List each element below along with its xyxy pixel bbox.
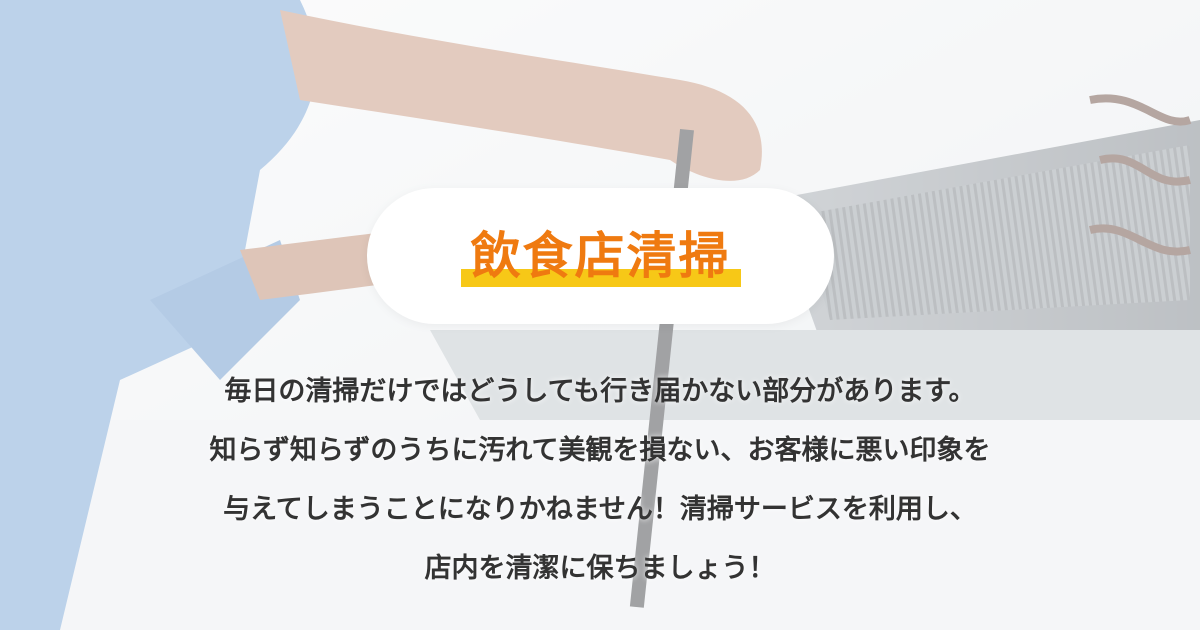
description-line: 店内を清潔に保ちましょう！ bbox=[424, 553, 776, 584]
description-line: 毎日の清掃だけではどうしても行き届かない部分があります。 bbox=[224, 376, 976, 407]
description-line: 知らず知らずのうちに汚れて美観を損ない、お客様に悪い印象を bbox=[209, 435, 991, 466]
description: 毎日の清掃だけではどうしても行き届かない部分があります。 知らず知らずのうちに汚… bbox=[100, 362, 1100, 598]
page-title: 飲食店清掃 bbox=[460, 231, 741, 287]
title-pill: 飲食店清掃 bbox=[367, 188, 834, 324]
description-line: 与えてしまうことになりかねません！清掃サービスを利用し、 bbox=[223, 494, 977, 525]
